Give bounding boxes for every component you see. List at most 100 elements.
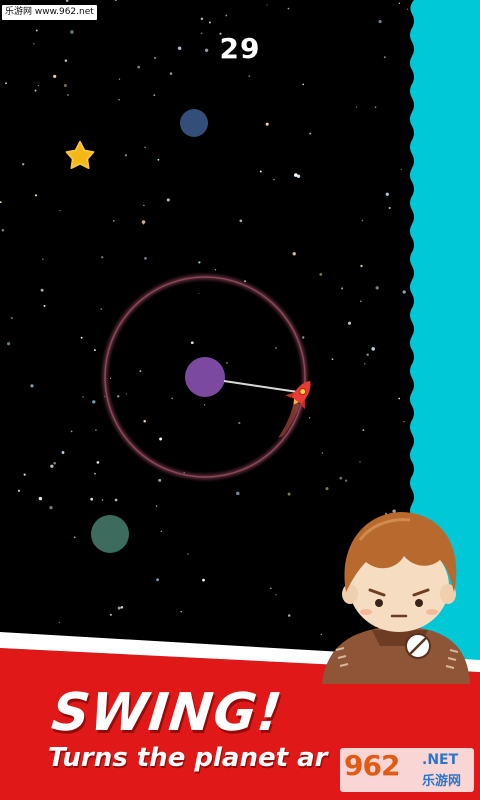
background-star: [265, 122, 269, 126]
background-star: [308, 417, 311, 419]
background-star: [359, 300, 362, 303]
background-star: [339, 476, 343, 480]
background-star: [225, 14, 228, 17]
background-star: [294, 173, 298, 177]
background-star: [58, 621, 61, 624]
background-star: [114, 498, 118, 502]
background-star: [383, 56, 386, 59]
background-star: [37, 85, 39, 87]
background-star: [42, 258, 44, 260]
background-star: [38, 496, 43, 501]
background-star: [190, 341, 194, 345]
background-star: [143, 419, 146, 423]
background-star: [273, 178, 275, 181]
background-star: [90, 497, 94, 501]
background-star: [400, 168, 402, 170]
background-star: [320, 633, 322, 636]
background-star: [302, 336, 305, 339]
background-star: [153, 56, 157, 60]
background-star: [34, 194, 38, 197]
background-star: [226, 362, 228, 364]
background-star: [287, 492, 291, 496]
green-planet[interactable]: [91, 515, 129, 553]
background-star: [33, 43, 35, 45]
background-star: [0, 201, 2, 204]
background-star: [347, 321, 352, 325]
background-star: [93, 349, 96, 352]
background-star: [287, 614, 291, 617]
background-star: [114, 0, 117, 2]
background-star: [94, 472, 96, 475]
background-star: [187, 553, 189, 555]
background-star: [159, 437, 163, 441]
background-star: [202, 578, 205, 582]
astronaut-character: [322, 512, 470, 684]
center-planet[interactable]: [185, 357, 225, 397]
background-star: [198, 293, 200, 294]
background-star: [266, 4, 268, 6]
background-star: [270, 587, 272, 589]
background-star: [259, 170, 262, 173]
background-star: [124, 154, 128, 157]
background-star: [40, 288, 44, 292]
background-star: [110, 377, 111, 379]
background-star: [63, 83, 67, 88]
background-star: [169, 72, 173, 75]
background-star: [35, 29, 38, 32]
background-star: [141, 220, 146, 224]
background-star: [53, 462, 56, 465]
background-star: [198, 261, 201, 264]
background-star: [137, 65, 141, 69]
logo-suffix: .NET: [422, 752, 459, 768]
background-star: [1, 229, 5, 232]
background-star: [158, 478, 162, 482]
background-star: [364, 363, 366, 365]
background-star: [50, 464, 54, 468]
background-star: [67, 94, 69, 96]
background-star: [30, 384, 34, 388]
promo-headline: SWING!: [48, 683, 286, 743]
background-star: [344, 479, 348, 482]
background-star: [244, 280, 246, 283]
blue-planet[interactable]: [180, 109, 208, 137]
game-screen[interactable]: 乐游网 www.962.net 29 SWING! Turns the plan…: [0, 0, 480, 800]
background-star: [139, 370, 142, 373]
background-star: [239, 219, 243, 223]
background-star: [82, 396, 84, 398]
background-star: [73, 536, 76, 539]
background-star: [374, 106, 377, 109]
background-star: [208, 21, 211, 24]
background-star: [109, 613, 112, 616]
background-star: [366, 353, 369, 356]
background-star: [116, 395, 120, 398]
promo-subtitle: Turns the planet ar: [48, 743, 328, 773]
background-star: [157, 158, 160, 161]
background-star: [23, 473, 26, 476]
logo-chinese-name: 乐游网: [422, 774, 462, 789]
background-star: [166, 198, 170, 202]
background-star: [143, 204, 145, 207]
background-star: [309, 132, 312, 135]
background-star: [360, 264, 363, 268]
background-star: [155, 505, 158, 507]
background-star: [378, 20, 382, 24]
star-icon[interactable]: [65, 141, 95, 169]
background-star: [92, 400, 96, 404]
background-star: [22, 163, 25, 166]
background-star: [398, 397, 401, 400]
tether-line: [223, 380, 299, 393]
background-star: [362, 429, 365, 432]
background-star: [236, 491, 240, 496]
background-star: [153, 94, 156, 97]
background-star: [292, 252, 296, 256]
background-star: [275, 347, 277, 349]
background-star: [96, 461, 100, 464]
background-star: [403, 421, 405, 423]
background-star: [144, 257, 147, 260]
prohibited-sign-icon: [405, 633, 431, 659]
background-star: [406, 8, 408, 10]
background-star: [125, 393, 127, 395]
background-star: [95, 429, 97, 431]
watermark-label: 乐游网 www.962.net: [2, 5, 97, 20]
background-star: [160, 530, 163, 533]
